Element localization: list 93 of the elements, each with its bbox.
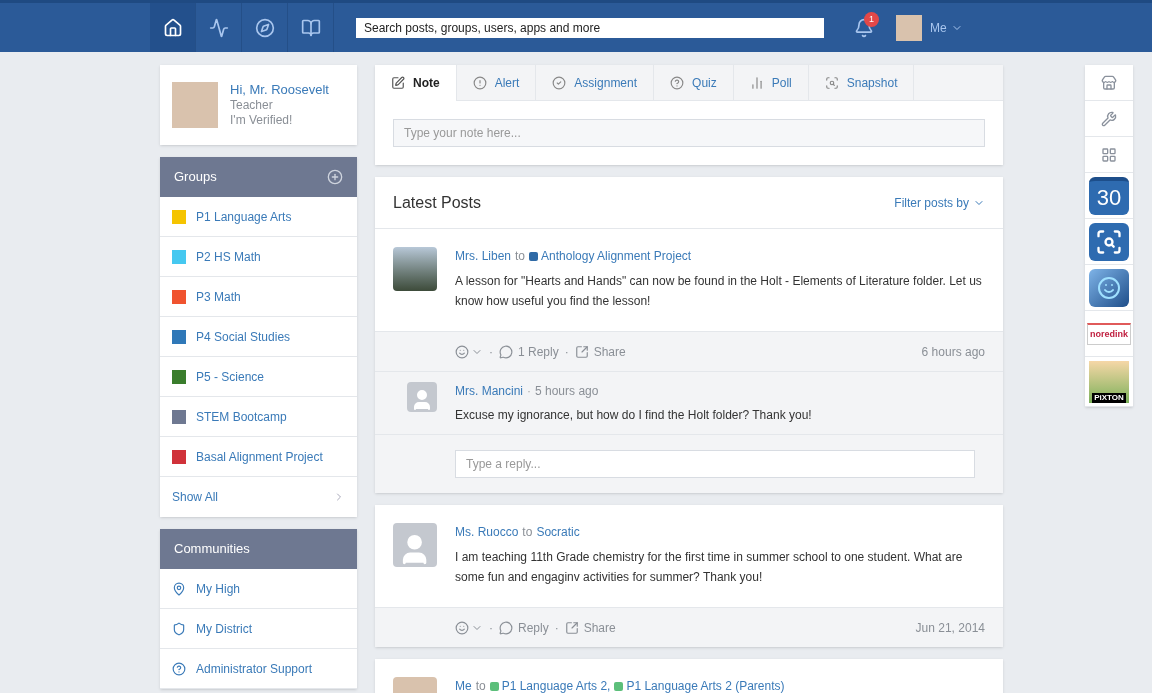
reaction-button[interactable] [455, 620, 483, 635]
group-link[interactable]: Anthology Alignment Project [529, 247, 692, 265]
share-arrow-icon [574, 344, 589, 359]
separator-dot: · [489, 343, 493, 361]
to-label: to [475, 678, 486, 693]
store-icon[interactable] [1085, 65, 1133, 101]
smiley-icon [455, 620, 469, 635]
community-name: Administrator Support [196, 660, 313, 678]
group-item[interactable]: STEM Bootcamp [160, 397, 357, 437]
check-circle-icon [552, 75, 567, 90]
speech-bubble-icon [499, 620, 513, 635]
community-name: My District [196, 620, 252, 638]
wrench-icon[interactable] [1085, 101, 1133, 137]
community-item[interactable]: My District [160, 609, 357, 649]
group-item[interactable]: P5 - Science [160, 357, 357, 397]
community-item[interactable]: My High [160, 569, 357, 609]
composer-tab[interactable]: Alert [456, 65, 537, 100]
role: Teacher [230, 98, 274, 114]
reply-button[interactable]: Reply [499, 618, 549, 637]
comment-text: Excuse my ignorance, but how do I find the Holt folder? Thank you! [455, 407, 812, 424]
author-link[interactable]: Mrs. Liben [455, 247, 512, 265]
separator-dot: · [554, 619, 559, 637]
bell-icon[interactable] [854, 17, 874, 38]
search-field[interactable]: Search posts, groups, users, apps and more [356, 17, 824, 38]
shield-icon [172, 621, 186, 636]
composer-tab[interactable]: Quiz [654, 65, 734, 100]
group-item[interactable]: P2 HS Math [160, 237, 357, 277]
composer-tab[interactable]: Assignment [536, 65, 655, 100]
user-menu[interactable]: Me [930, 18, 963, 37]
separator-dot: · [527, 383, 531, 400]
show-all-link[interactable]: Show All [160, 477, 357, 517]
community-name: My High [196, 580, 240, 598]
post-time: Jun 21, 2014 [915, 619, 985, 637]
greeting: Hi, Mr. Roosevelt [230, 81, 329, 99]
reaction-button[interactable] [455, 344, 483, 359]
group-item[interactable]: P4 Social Studies [160, 317, 357, 357]
group-item[interactable]: P3 Math [160, 277, 357, 317]
photo-placeholder [393, 247, 437, 291]
post-text: I am teaching 11th Grade chemistry for the first time in summer school to one student. What are some fun and engaginv activities for summer? Thank you! [455, 549, 964, 586]
group-name: STEM Bootcamp [196, 408, 287, 426]
home-icon[interactable] [150, 3, 196, 52]
group-item[interactable]: Basal Alignment Project [160, 437, 357, 477]
communities-title: Communities [174, 540, 250, 559]
groups-title: Groups [174, 168, 217, 187]
question-circle-icon [670, 75, 685, 90]
avatar-placeholder [896, 14, 922, 41]
calendar-app[interactable]: 30 [1089, 176, 1129, 215]
post-time: 6 hours ago [921, 343, 985, 361]
group-link[interactable]: P1 Language Arts 2 (Parents) [614, 677, 785, 693]
group-name: P2 HS Math [196, 248, 261, 266]
separator-dot: · [489, 619, 493, 637]
bar-chart-icon [749, 75, 764, 90]
feed-title: Latest Posts [393, 192, 482, 213]
group-item[interactable]: P1 Language Arts [160, 197, 357, 237]
pin-icon [172, 581, 186, 596]
author-link[interactable]: Ms. Ruocco [455, 523, 519, 541]
plus-circle-icon[interactable] [327, 169, 343, 185]
comment-time: 5 hours ago [535, 383, 599, 400]
composer-tab[interactable]: Note [375, 65, 457, 101]
to-label: to [522, 524, 533, 541]
share-button[interactable]: Share [574, 342, 626, 361]
avatar-placeholder [172, 82, 218, 128]
group-name: P3 Math [196, 288, 241, 306]
group-name: Basal Alignment Project [196, 448, 323, 466]
verified-status: I'm Verified! [230, 113, 294, 129]
group-name: P1 Language Arts [196, 208, 292, 226]
group-link[interactable]: P1 Language Arts 2, [489, 677, 611, 693]
share-button[interactable]: Share [564, 618, 616, 637]
composer-tab[interactable]: Snapshot [808, 65, 915, 100]
notification-badge: 1 [864, 12, 879, 27]
post-text: A lesson for "Hearts and Hands" can now be found in the Holt - Elements of Literature folder. Let us know how useful you find the lesson! [455, 273, 983, 310]
composer-tab[interactable]: Poll [733, 65, 809, 100]
grid-icon[interactable] [1085, 137, 1133, 173]
to-label: to [515, 248, 526, 265]
question-circle-icon [172, 661, 186, 676]
note-input[interactable]: Type your note here... [393, 119, 985, 147]
author-link[interactable]: Me [455, 677, 472, 693]
noredink-logo[interactable]: noredink [1087, 322, 1131, 345]
reply-input[interactable]: Type a reply... [455, 450, 975, 478]
group-name: P5 - Science [196, 368, 265, 386]
author-link[interactable]: Mrs. Mancini [455, 382, 523, 400]
pixton-logo[interactable]: PiXTON [1089, 360, 1129, 403]
separator-dot: · [564, 343, 569, 361]
reply-button[interactable]: 1 Reply [499, 342, 559, 361]
group-name: P4 Social Studies [196, 328, 291, 346]
exclamation-circle-icon [472, 75, 487, 90]
share-arrow-icon [564, 620, 579, 635]
filter-dropdown[interactable]: Filter posts by [894, 193, 985, 212]
speech-bubble-icon [499, 344, 513, 359]
pencil-square-icon [391, 76, 405, 90]
smiley-icon [455, 344, 469, 359]
community-item[interactable]: Administrator Support [160, 649, 357, 689]
group-link[interactable]: Socratic [536, 523, 580, 541]
